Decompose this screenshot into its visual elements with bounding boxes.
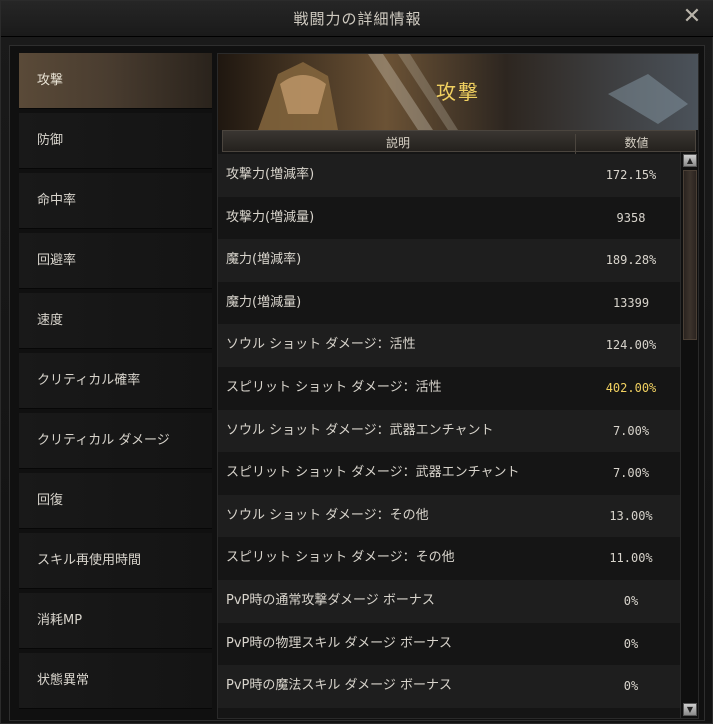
sidebar-item-critical-damage[interactable]: クリティカル ダメージ	[19, 413, 212, 469]
window-title: 戦闘力の詳細情報	[293, 10, 422, 28]
sidebar: 攻撃 防御 命中率 回避率 速度 クリティカル確率 クリティカル ダメージ 回復…	[19, 53, 212, 719]
row-value: 402.00%	[605, 380, 657, 395]
sidebar-item-attack[interactable]: 攻撃	[19, 53, 212, 109]
scroll-up-icon[interactable]: ▲	[683, 154, 697, 167]
table-row: PvP時の通常攻撃ダメージ ボーナス 0%	[218, 579, 680, 623]
table-row: 魔力(増減率) 189.28%	[218, 239, 680, 282]
row-label: スピリット ショット ダメージ：活性	[226, 379, 442, 395]
row-label: 魔力(増減量)	[226, 294, 302, 310]
sidebar-item-recovery[interactable]: 回復	[19, 473, 212, 529]
detail-panel: 攻撃 説明 数値 攻撃力(増減率) 172.15% 攻撃力(増減量) 9358 魔力…	[217, 53, 699, 719]
sidebar-item-accuracy[interactable]: 命中率	[19, 173, 212, 229]
row-label: 攻撃力(増減率)	[226, 167, 315, 182]
table-row: 攻撃力(増減率) 172.15%	[218, 154, 680, 197]
row-value: 0%	[623, 593, 639, 608]
row-value: 172.15%	[605, 168, 657, 182]
vertical-scrollbar[interactable]: ▲ ▼	[680, 152, 698, 718]
table-header: 説明 数値	[222, 130, 696, 156]
row-value: 9358	[616, 210, 646, 225]
close-icon[interactable]: ✕	[680, 5, 704, 29]
row-label: 攻撃力(増減量)	[226, 209, 315, 225]
table-row: スピリット ショット ダメージ：活性 402.00%	[218, 366, 680, 410]
sidebar-item-speed[interactable]: 速度	[19, 293, 212, 349]
table-row: ソウル ショット ダメージ：武器エンチャント 7.00%	[218, 409, 680, 453]
titlebar: 戦闘力の詳細情報 ✕	[1, 1, 713, 37]
row-label: 魔力(増減率)	[226, 252, 302, 268]
sidebar-item-evasion[interactable]: 回避率	[19, 233, 212, 289]
scroll-down-icon[interactable]: ▼	[683, 703, 697, 716]
row-label: ソウル ショット ダメージ：その他	[226, 507, 429, 523]
row-label: スピリット ショット ダメージ：武器エンチャント	[226, 465, 520, 481]
sidebar-item-defense[interactable]: 防御	[19, 113, 212, 169]
row-label: ソウル ショット ダメージ：活性	[226, 337, 416, 353]
table-row: 魔力(増減量) 13399	[218, 281, 680, 325]
stats-table: 攻撃力(増減率) 172.15% 攻撃力(増減量) 9358 魔力(増減率) 189.…	[218, 154, 680, 720]
category-banner: 攻撃	[218, 54, 698, 130]
row-value: 124.00%	[605, 338, 657, 353]
row-label: PvP時の物理スキル ダメージ ボーナス	[226, 635, 452, 651]
column-header-value: 数値	[575, 134, 697, 156]
column-header-description: 説明	[385, 136, 410, 150]
row-label: PvP時の通常攻撃ダメージ ボーナス	[226, 592, 435, 608]
row-value: 0%	[623, 679, 639, 694]
row-value: 0%	[623, 636, 639, 651]
combat-power-detail-window: 戦闘力の詳細情報 ✕ 攻撃 防御 命中率 回避率 速度 クリティカル確率 クリテ…	[0, 0, 713, 724]
sidebar-item-status-effects[interactable]: 状態異常	[19, 653, 212, 709]
scroll-thumb[interactable]	[683, 170, 697, 340]
sidebar-item-critical-rate[interactable]: クリティカル確率	[19, 353, 212, 409]
sidebar-item-skill-cooldown[interactable]: スキル再使用時間	[19, 533, 212, 589]
table-row: ソウル ショット ダメージ：その他 13.00%	[218, 494, 680, 538]
row-label: ソウル ショット ダメージ：武器エンチャント	[226, 422, 494, 438]
row-value: 7.00%	[612, 423, 650, 438]
row-value: 189.28%	[605, 253, 657, 268]
table-row: PvP時の物理スキル ダメージ ボーナス 0%	[218, 622, 680, 666]
banner-title: 攻撃	[436, 80, 480, 104]
table-row: PvP時の魔法スキル ダメージ ボーナス 0%	[218, 665, 680, 708]
sidebar-item-mp-consumption[interactable]: 消耗MP	[19, 593, 212, 649]
row-value: 13.00%	[609, 508, 653, 523]
row-label: PvP時の魔法スキル ダメージ ボーナス	[226, 678, 452, 694]
table-row: ソウル ショット ダメージ：活性 124.00%	[218, 324, 680, 367]
row-label: スピリット ショット ダメージ：その他	[226, 550, 455, 566]
table-row: スピリット ショット ダメージ：武器エンチャント 7.00%	[218, 452, 680, 495]
row-value: 7.00%	[612, 466, 650, 481]
table-row: 攻撃力(増減量) 9358	[218, 196, 680, 240]
row-value: 13399	[612, 295, 650, 310]
table-row: スピリット ショット ダメージ：その他 11.00%	[218, 537, 680, 580]
row-value: 11.00%	[609, 551, 653, 566]
